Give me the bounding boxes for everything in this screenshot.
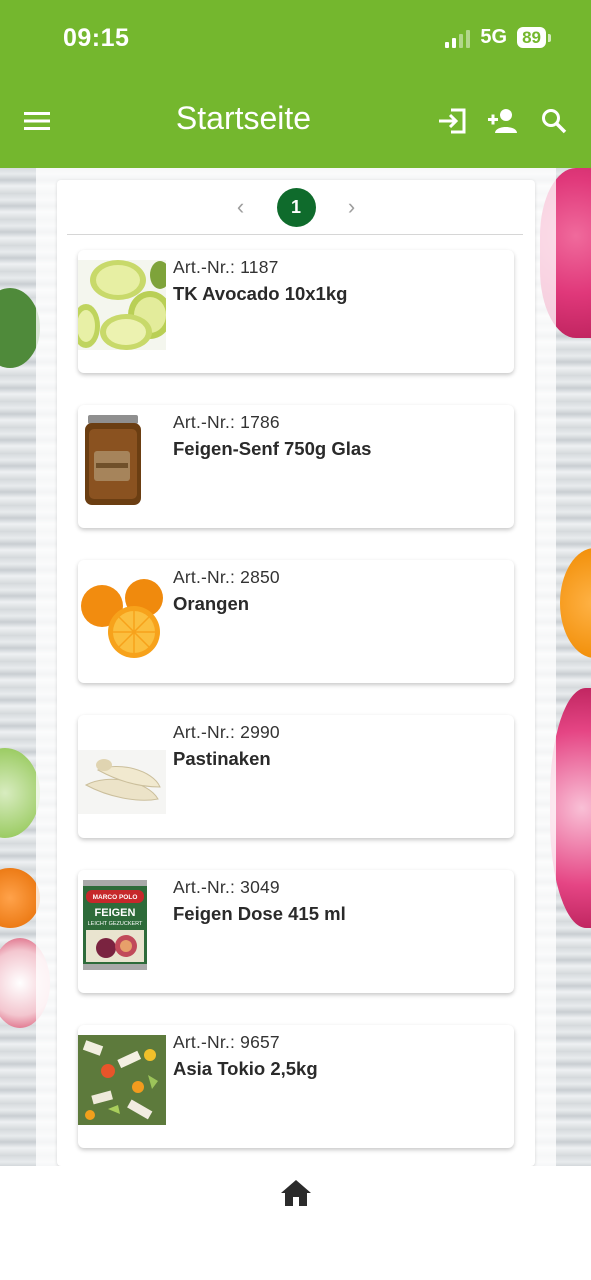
article-number: Art.-Nr.: 9657 (173, 1032, 280, 1052)
divider (67, 234, 523, 235)
product-name: Feigen Dose 415 ml (173, 903, 346, 924)
article-number: Art.-Nr.: 2850 (173, 567, 280, 587)
article-number: Art.-Nr.: 1786 (173, 412, 280, 432)
product-item[interactable]: Art.-Nr.: 2850 Orangen (78, 560, 514, 683)
product-name: Pastinaken (173, 748, 271, 769)
status-indicators: 5G 89 (445, 26, 551, 49)
article-number: Art.-Nr.: 1187 (173, 257, 279, 277)
prev-page-button[interactable]: ‹ (231, 194, 251, 220)
top-bar: 09:15 5G 89 Startseite (0, 0, 591, 168)
product-image-veggie-mix (78, 1035, 166, 1125)
product-name: Asia Tokio 2,5kg (173, 1058, 318, 1079)
login-icon[interactable] (435, 104, 469, 138)
product-item[interactable]: MARCO POLO FEIGEN LEICHT GEZUCKERT Art.-… (78, 870, 514, 993)
product-name: Orangen (173, 593, 250, 614)
product-name: Feigen-Senf 750g Glas (173, 438, 372, 459)
next-page-button[interactable]: › (342, 194, 362, 220)
svg-text:FEIGEN: FEIGEN (95, 907, 136, 919)
add-user-icon[interactable] (486, 104, 520, 138)
article-number: Art.-Nr.: 3049 (173, 877, 280, 897)
home-icon[interactable] (279, 1178, 313, 1210)
product-item[interactable]: Art.-Nr.: 2990 Pastinaken (78, 715, 514, 838)
product-image-parsnips (78, 725, 166, 815)
background-image: ‹ 1 › Art.-Nr.: 1187 TK Avocado 10x1kg A… (0, 168, 591, 1166)
product-image-oranges (78, 570, 166, 660)
article-number: Art.-Nr.: 2990 (173, 722, 280, 742)
product-name: TK Avocado 10x1kg (173, 283, 348, 304)
status-time: 09:15 (63, 24, 130, 52)
battery-icon: 89 (517, 27, 551, 48)
battery-level: 89 (517, 27, 546, 48)
svg-text:MARCO POLO: MARCO POLO (93, 894, 138, 901)
signal-icon (445, 28, 471, 48)
product-image-jar (78, 415, 166, 505)
product-image-can: MARCO POLO FEIGEN LEICHT GEZUCKERT (78, 880, 166, 970)
page-title: Startseite (175, 100, 312, 136)
pagination: ‹ 1 › (57, 180, 535, 234)
bottom-navigation (0, 1166, 591, 1280)
product-list-card: ‹ 1 › Art.-Nr.: 1187 TK Avocado 10x1kg A… (57, 180, 535, 1166)
search-icon[interactable] (537, 104, 571, 138)
product-item[interactable]: Art.-Nr.: 1786 Feigen-Senf 750g Glas (78, 405, 514, 528)
network-label: 5G (480, 26, 508, 48)
product-item[interactable]: Art.-Nr.: 9657 Asia Tokio 2,5kg (78, 1025, 514, 1148)
page-button-current[interactable]: 1 (276, 187, 316, 227)
product-item[interactable]: Art.-Nr.: 1187 TK Avocado 10x1kg (78, 250, 514, 373)
product-image-avocado (78, 260, 166, 350)
svg-text:LEICHT GEZUCKERT: LEICHT GEZUCKERT (88, 921, 143, 927)
